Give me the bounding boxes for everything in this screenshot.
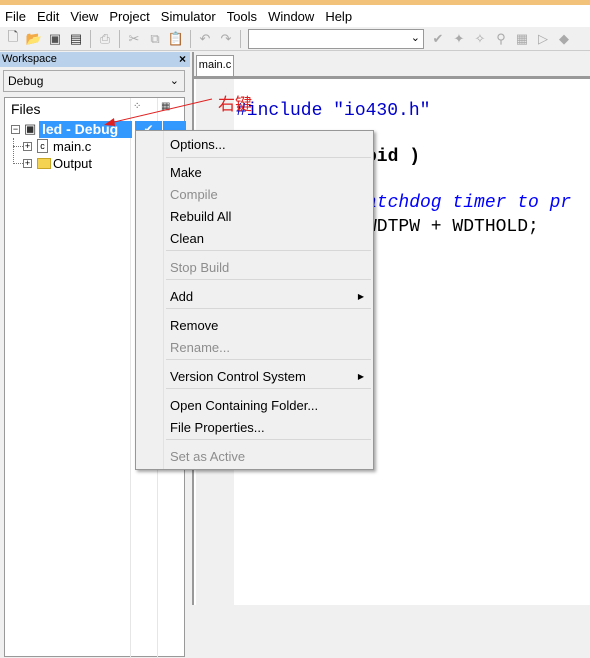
toolbar: 🗋 📂 ▣ ▤ ⎙ ✂ ⧉ 📋 ↶ ↷ ⌄ ✔ ✦ ✧ ⚲ ▦ ▷ ◆ xyxy=(0,27,590,51)
menu-file[interactable]: File xyxy=(0,9,32,24)
expand-icon[interactable]: + xyxy=(23,159,32,168)
menu-item-version-control-system[interactable]: Version Control System ▶ xyxy=(170,366,368,388)
menu-item-label: Add xyxy=(170,289,194,304)
menu-bar: File Edit View Project Simulator Tools W… xyxy=(0,5,590,27)
cut-icon[interactable]: ✂ xyxy=(125,30,143,48)
project-icon: ▣ xyxy=(24,121,37,136)
toggle-breakpoint-icon[interactable]: ✔ xyxy=(429,30,447,48)
column-divider xyxy=(130,98,131,658)
menu-item-make[interactable]: Make xyxy=(170,162,368,184)
file-label: main.c xyxy=(53,139,92,154)
save-all-icon[interactable]: ▤ xyxy=(67,30,85,48)
project-label: led - Debug xyxy=(39,121,132,138)
submenu-arrow-icon: ▶ xyxy=(357,292,364,301)
menu-item-label: File Properties... xyxy=(170,420,265,435)
make-icon[interactable]: ▷ xyxy=(534,30,552,48)
redo-icon[interactable]: ↷ xyxy=(217,30,235,48)
undo-icon[interactable]: ↶ xyxy=(196,30,214,48)
menu-item-add[interactable]: Add ▶ xyxy=(170,286,368,308)
menu-window[interactable]: Window xyxy=(263,9,320,24)
tree-line xyxy=(13,163,23,164)
collapse-icon[interactable]: − xyxy=(11,125,20,134)
separator xyxy=(90,29,91,48)
menu-separator xyxy=(166,279,371,280)
menu-item-open-containing-folder[interactable]: Open Containing Folder... xyxy=(170,395,368,417)
menu-item-label: Remove xyxy=(170,318,219,333)
save-icon[interactable]: ▣ xyxy=(46,30,64,48)
annotation-right-click: 右键 xyxy=(218,95,252,114)
menu-item-label: Make xyxy=(170,165,202,180)
menu-item-label: Stop Build xyxy=(170,260,230,275)
chevron-down-icon: ⌄ xyxy=(169,75,179,87)
menu-item-label: Compile xyxy=(170,187,218,202)
menu-item-options[interactable]: Options... xyxy=(170,134,368,156)
menu-item-rebuild-all[interactable]: Rebuild All xyxy=(170,206,368,228)
menu-separator xyxy=(166,157,371,158)
menu-item-label: Options... xyxy=(170,137,226,152)
menu-project[interactable]: Project xyxy=(104,9,155,24)
file-node-main-c[interactable]: + c main.c xyxy=(13,139,133,155)
open-folder-icon[interactable]: 📂 xyxy=(25,30,43,48)
folder-node-output[interactable]: + Output xyxy=(13,156,133,172)
submenu-arrow-icon: ▶ xyxy=(357,372,364,381)
separator xyxy=(119,29,120,48)
menu-item-label: Set as Active xyxy=(170,449,246,464)
expand-icon[interactable]: + xyxy=(23,142,32,151)
separator xyxy=(240,29,241,48)
menu-tools[interactable]: Tools xyxy=(222,9,263,24)
files-header: Files xyxy=(11,101,41,117)
menu-item-remove[interactable]: Remove xyxy=(170,315,368,337)
menu-item-label: Open Containing Folder... xyxy=(170,398,319,413)
code-line-main: oid ) xyxy=(366,147,421,167)
compile-icon[interactable]: ▦ xyxy=(513,30,531,48)
goto-icon[interactable]: ✧ xyxy=(471,30,489,48)
debug-icon[interactable]: ◆ xyxy=(555,30,573,48)
configuration-value: Debug xyxy=(8,74,44,88)
menu-view[interactable]: View xyxy=(65,9,104,24)
tab-main-c[interactable]: main.c xyxy=(196,55,234,76)
menu-item-compile: Compile xyxy=(170,184,368,206)
build-status-column-icon: ⁘ xyxy=(133,101,142,112)
menu-item-rename: Rename... xyxy=(170,337,368,359)
chevron-down-icon[interactable]: ⌄ xyxy=(411,31,420,44)
code-line-wdt: WDTPW + WDTHOLD; xyxy=(366,217,539,237)
c-file-icon: c xyxy=(37,139,48,153)
menu-item-clean[interactable]: Clean xyxy=(170,228,368,250)
paste-icon[interactable]: 📋 xyxy=(167,30,185,48)
print-icon[interactable]: ⎙ xyxy=(96,30,114,48)
tree-line xyxy=(13,146,23,147)
menu-separator xyxy=(166,308,371,309)
find-combo[interactable]: ⌄ xyxy=(248,28,424,49)
menu-help[interactable]: Help xyxy=(320,9,358,24)
menu-separator xyxy=(166,359,371,360)
workspace-title: Workspace xyxy=(0,52,190,67)
copy-icon[interactable]: ⧉ xyxy=(146,30,164,48)
new-file-icon[interactable]: 🗋 xyxy=(4,29,22,48)
menu-item-stop-build: Stop Build xyxy=(170,257,368,279)
menu-item-label: Clean xyxy=(170,231,204,246)
menu-item-set-as-active: Set as Active xyxy=(170,446,368,468)
menu-icon-strip xyxy=(136,131,164,469)
folder-label: Output xyxy=(53,156,93,171)
menu-edit[interactable]: Edit xyxy=(32,9,65,24)
menu-separator xyxy=(166,439,371,440)
folder-icon xyxy=(37,158,51,169)
find-icon[interactable]: ⚲ xyxy=(492,30,510,48)
bookmark-icon[interactable]: ✦ xyxy=(450,30,468,48)
menu-item-label: Version Control System xyxy=(170,369,306,384)
menu-simulator[interactable]: Simulator xyxy=(156,9,222,24)
menu-separator xyxy=(166,250,371,251)
menu-item-label: Rename... xyxy=(170,340,230,355)
menu-separator xyxy=(166,388,371,389)
separator xyxy=(190,29,191,48)
code-line-include: #include "io430.h" xyxy=(236,101,431,121)
close-icon[interactable]: × xyxy=(179,52,186,67)
menu-item-file-properties[interactable]: File Properties... xyxy=(170,417,368,439)
context-menu: Options... Make Compile Rebuild All Clean Sto… xyxy=(135,130,374,470)
editor-tab-bar: main.c xyxy=(192,52,590,76)
configuration-select[interactable]: Debug ⌄ xyxy=(3,70,185,92)
menu-item-label: Rebuild All xyxy=(170,209,232,224)
code-line-comment: atchdog timer to pr xyxy=(366,193,572,213)
vcs-column-icon: ▦ xyxy=(161,101,171,112)
